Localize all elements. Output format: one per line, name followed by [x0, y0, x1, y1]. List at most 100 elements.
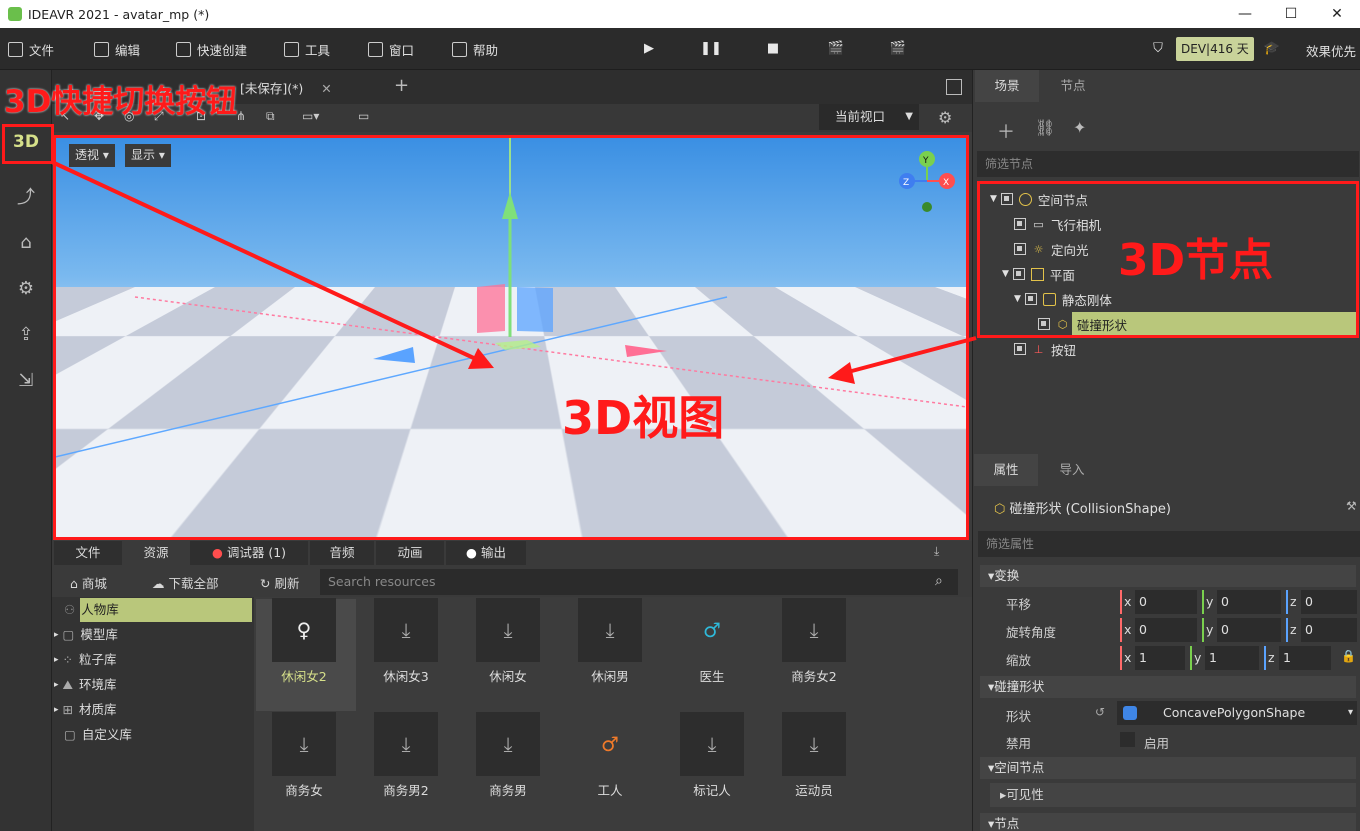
add-tab-button[interactable]: +	[394, 75, 409, 96]
tab-close-icon[interactable]: ✕	[321, 81, 331, 96]
search-icon[interactable]: ⌕	[935, 573, 943, 589]
scale-x-field[interactable]: 1	[1135, 646, 1185, 670]
html5-icon[interactable]: ⛉	[1150, 40, 1166, 56]
snap-tool-icon[interactable]: ⋔	[236, 109, 246, 123]
asset-thumb-marker[interactable]: ⤓	[680, 712, 744, 776]
menu-quick-create[interactable]: 快速创建	[176, 40, 247, 59]
tab-output[interactable]: ● 输出	[446, 541, 526, 565]
rotate-z-field[interactable]: 0	[1301, 618, 1357, 642]
tools-icon[interactable]: ⚒	[1346, 499, 1357, 513]
pause-button[interactable]: ❚❚	[700, 40, 722, 56]
rotate-y-field[interactable]: 0	[1217, 618, 1281, 642]
asset-thumb-business-male-2[interactable]: ⤓	[374, 712, 438, 776]
asset-thumb-casual-female-3[interactable]: ⤓	[374, 598, 438, 662]
asset-thumb-business-male[interactable]: ⤓	[476, 712, 540, 776]
download-all-button[interactable]: ☁ 下载全部	[152, 573, 219, 592]
tab-animation[interactable]: 动画	[376, 541, 444, 565]
section-spatial[interactable]: ▾空间节点	[980, 757, 1356, 779]
store-icon[interactable]: ⌂	[10, 226, 42, 258]
visibility-checkbox[interactable]	[1014, 343, 1026, 355]
disabled-checkbox[interactable]	[1120, 732, 1135, 747]
export-icon[interactable]: ⇪	[10, 318, 42, 350]
tab-properties[interactable]: 属性	[974, 454, 1038, 486]
add-node-icon[interactable]: ＋	[997, 118, 1015, 144]
tab-resources[interactable]: 资源	[124, 541, 188, 565]
reset-icon[interactable]: ↺	[1095, 705, 1105, 719]
asset-thumb-worker[interactable]: ♂	[578, 712, 642, 776]
close-button[interactable]: ✕	[1314, 0, 1360, 28]
fullscreen-icon[interactable]	[946, 79, 962, 95]
menu-help[interactable]: 帮助	[452, 40, 498, 59]
tab-scene[interactable]: [未保存](*) ✕	[240, 78, 332, 98]
menu-tools[interactable]: 工具	[284, 40, 330, 59]
quality-mode[interactable]: 效果优先	[1306, 41, 1356, 60]
lock-icon[interactable]: 🔒	[1341, 649, 1356, 663]
library-custom[interactable]: ▢ 自定义库	[52, 723, 252, 747]
expand-icon[interactable]: ▸	[54, 648, 59, 672]
library-models[interactable]: ▸ ▢ 模型库	[52, 623, 252, 647]
section-node[interactable]: ▾节点	[980, 813, 1356, 831]
filter-nodes-input[interactable]: 筛选节点	[977, 151, 1359, 177]
visibility-group[interactable]: ▸可见性	[990, 783, 1356, 807]
asset-thumb-business-female[interactable]: ⤓	[272, 712, 336, 776]
shape-select[interactable]: ConcavePolygonShape ▾	[1117, 701, 1357, 725]
tab-files[interactable]: 文件	[54, 541, 122, 565]
local-space-icon[interactable]: ⧉	[266, 109, 275, 124]
scale-y-field[interactable]: 1	[1205, 646, 1259, 670]
asset-thumb-athlete[interactable]: ⤓	[782, 712, 846, 776]
play-button[interactable]: ▶	[641, 40, 657, 56]
menu-edit[interactable]: 编辑	[94, 40, 140, 59]
download-icon[interactable]: ⤓	[934, 544, 939, 559]
tab-node[interactable]: 节点	[1041, 70, 1105, 102]
store-button[interactable]: ⌂ 商城	[70, 573, 107, 592]
ruler-icon[interactable]: ▭▾	[302, 109, 319, 123]
menu-window[interactable]: 窗口	[368, 40, 414, 59]
library-particles[interactable]: ▸ ⁘ 粒子库	[52, 648, 252, 672]
section-collision-shape[interactable]: ▾碰撞形状	[980, 676, 1356, 698]
annotation-3d-view-label: 3D视图	[562, 391, 725, 445]
play-scene-button[interactable]: 🎬	[828, 40, 844, 56]
refresh-button[interactable]: ↻ 刷新	[260, 573, 299, 592]
asset-thumb-casual-male[interactable]: ⤓	[578, 598, 642, 662]
library-materials[interactable]: ▸ ⊞ 材质库	[52, 698, 252, 722]
expand-icon[interactable]: ▸	[54, 623, 59, 647]
settings-panel-icon[interactable]: ⚙	[10, 272, 42, 304]
asset-thumb-casual-female-2[interactable]: ♀	[272, 598, 336, 662]
stop-button[interactable]: ■	[765, 40, 781, 56]
tab-scene-tree[interactable]: 场景	[975, 70, 1039, 102]
maximize-button[interactable]: ☐	[1268, 0, 1314, 28]
search-input[interactable]: Search resources	[320, 569, 958, 595]
minimize-button[interactable]: —	[1222, 0, 1268, 28]
translate-x-field[interactable]: 0	[1135, 590, 1197, 614]
graduation-cap-icon[interactable]: 🎓	[1264, 40, 1280, 56]
script-icon[interactable]: ✦	[1073, 118, 1086, 137]
gear-icon[interactable]: ⚙	[938, 108, 952, 127]
asset-thumb-casual-female[interactable]: ⤓	[476, 598, 540, 662]
library-characters[interactable]: ⚇ 人物库	[52, 598, 252, 622]
link-icon[interactable]: ⛓	[1035, 118, 1055, 137]
asset-caption: 休闲女	[489, 669, 527, 684]
asset-thumb-doctor[interactable]: ♂	[680, 598, 744, 662]
curve-icon[interactable]: ⤴	[10, 180, 42, 212]
expand-icon[interactable]: ▸	[54, 698, 59, 722]
filter-properties-input[interactable]: 筛选属性	[978, 531, 1360, 557]
asset-caption: 休闲女2	[281, 669, 327, 684]
rotate-x-field[interactable]: 0	[1135, 618, 1197, 642]
section-transform[interactable]: ▾变换	[980, 565, 1356, 587]
view-select[interactable]: 当前视口 ▼	[819, 104, 919, 130]
tab-audio[interactable]: 音频	[310, 541, 374, 565]
tab-import[interactable]: 导入	[1040, 454, 1104, 486]
tree-item-button[interactable]: ⊥ 按钮	[1014, 337, 1076, 361]
camera-icon[interactable]: ▭	[358, 109, 369, 123]
library-environment[interactable]: ▸ ⛰ 环境库	[52, 673, 252, 697]
tab-debugger[interactable]: ● 调试器 (1)	[190, 541, 308, 565]
scale-z-field[interactable]: 1	[1279, 646, 1331, 670]
menu-file[interactable]: 文件	[8, 40, 54, 59]
translate-y-field[interactable]: 0	[1217, 590, 1281, 614]
book-icon	[452, 42, 467, 57]
play-custom-scene-button[interactable]: 🎬	[890, 40, 906, 56]
translate-z-field[interactable]: 0	[1301, 590, 1357, 614]
asset-thumb-business-female-2[interactable]: ⤓	[782, 598, 846, 662]
import-icon[interactable]: ⇲	[10, 364, 42, 396]
expand-icon[interactable]: ▸	[54, 673, 59, 697]
